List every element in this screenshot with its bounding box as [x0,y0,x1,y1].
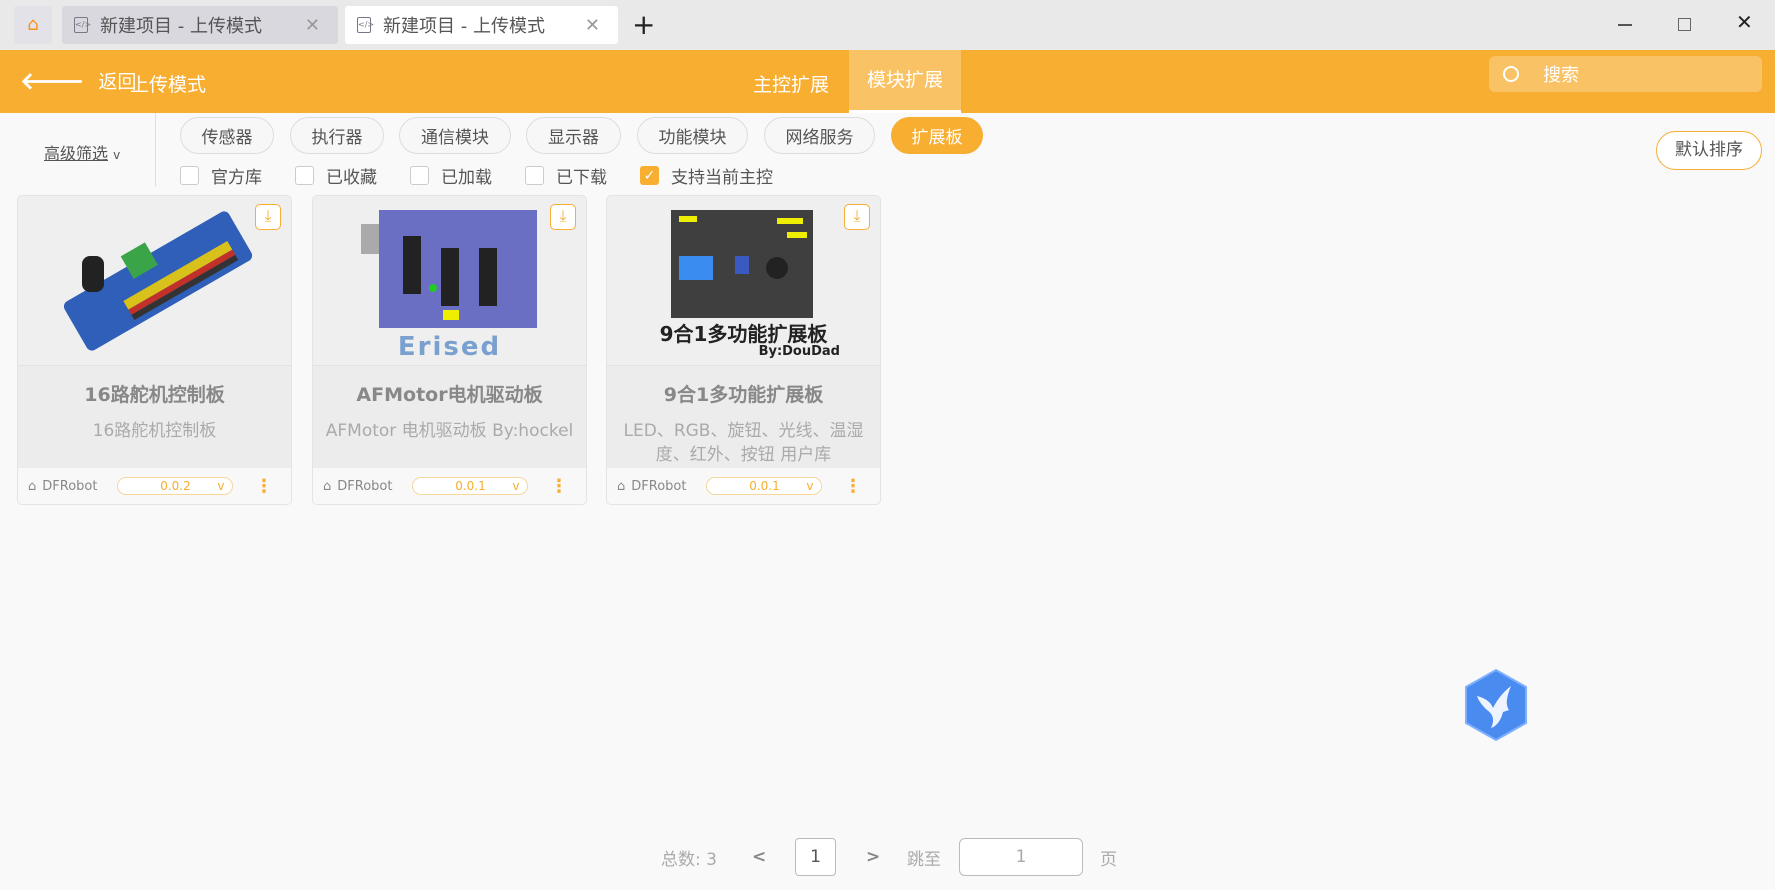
page-unit-label: 页 [1100,849,1117,870]
checkbox-label: 已加载 [441,168,492,188]
nav-module-extension[interactable]: 模块扩展 [849,50,961,113]
home-icon: ⌂ [28,478,37,494]
card-footer: ⌂ DFRobot 0.0.1 v ⋮ [313,468,586,504]
checkbox-box[interactable] [295,166,314,185]
module-card[interactable]: Erised ⤓ AFMotor电机驱动板 AFMotor 电机驱动板 By:h… [312,195,587,505]
category-expansion-board[interactable]: 扩展板 [891,117,983,154]
more-options-icon[interactable]: ⋮ [550,476,568,497]
home-icon: ⌂ [617,478,626,494]
card-title: AFMotor电机驱动板 [356,384,543,406]
chevron-down-icon: v [113,148,121,162]
tab-bar: ⌂ </> 新建项目 - 上传模式 ✕ </> 新建项目 - 上传模式 ✕ + ✕ [0,0,1775,50]
checkbox-loaded[interactable]: 已加载 [410,163,492,188]
new-tab-button[interactable]: + [632,8,655,41]
version-select[interactable]: 0.0.2 v [117,477,234,495]
card-footer: ⌂ DFRobot 0.0.1 v ⋮ [607,468,880,504]
jump-label: 跳至 [907,849,941,870]
download-icon[interactable]: ⤓ [550,204,576,230]
card-footer: ⌂ DFRobot 0.0.2 v ⋮ [18,468,291,504]
tab-title: 新建项目 - 上传模式 [100,16,262,37]
mode-label: 上传模式 [130,74,207,96]
checkbox-label: 官方库 [211,168,262,188]
back-button[interactable]: 🡐 返回 [20,66,136,95]
image-subcaption: By:DouDad [758,344,840,359]
version-select[interactable]: 0.0.1 v [706,477,823,495]
checkbox-official[interactable]: 官方库 [180,163,262,188]
advanced-filter-label: 高级筛选 [44,144,109,163]
home-tab[interactable]: ⌂ [14,6,52,44]
tab-project-1[interactable]: </> 新建项目 - 上传模式 ✕ [62,6,338,44]
card-title: 16路舵机控制板 [84,384,225,406]
category-actuator[interactable]: 执行器 [290,117,384,154]
check-icon[interactable]: ✓ [640,166,659,185]
search-input[interactable]: 搜索 [1489,56,1762,92]
version-select[interactable]: 0.0.1 v [412,477,529,495]
card-author: DFRobot [631,478,687,494]
search-icon [1503,66,1519,82]
module-image: 9合1多功能扩展板 By:DouDad ⤓ [607,196,880,366]
jump-page-input[interactable]: 1 [959,838,1083,876]
maximize-button[interactable] [1678,18,1691,31]
checkbox-support-current-controller[interactable]: ✓ 支持当前主控 [640,163,773,188]
checkbox-box[interactable] [180,166,199,185]
header: 🡐 返回 上传模式 主控扩展 模块扩展 搜索 [0,50,1775,113]
more-options-icon[interactable]: ⋮ [255,476,273,497]
minimize-button[interactable] [1618,24,1632,26]
card-author: DFRobot [337,478,393,494]
prev-page-button[interactable]: < [752,838,766,876]
advanced-filter-toggle[interactable]: 高级筛选 v [44,140,120,164]
tab-project-2[interactable]: </> 新建项目 - 上传模式 ✕ [345,6,618,44]
download-icon[interactable]: ⤓ [844,204,870,230]
checkbox-label: 已收藏 [326,168,377,188]
sort-button[interactable]: 默认排序 [1656,131,1762,170]
close-window-button[interactable]: ✕ [1736,10,1753,34]
code-file-icon: </> [357,17,374,33]
total-count: 总数: 3 [661,849,717,870]
card-author: DFRobot [42,478,98,494]
download-icon[interactable]: ⤓ [255,204,281,230]
module-image: Erised ⤓ [313,196,586,366]
card-title: 9合1多功能扩展板 [663,384,824,406]
close-tab-icon[interactable]: ✕ [585,15,600,36]
home-icon: ⌂ [323,478,332,494]
back-arrow-icon: 🡐 [20,67,85,95]
card-description: AFMotor 电机驱动板 By:hockel [325,421,574,441]
module-card[interactable]: 9合1多功能扩展板 By:DouDad ⤓ 9合1多功能扩展板 LED、RGB、… [606,195,881,505]
card-description: 16路舵机控制板 [92,421,217,441]
checkbox-favorited[interactable]: 已收藏 [295,163,377,188]
divider [155,113,156,186]
image-caption: Erised [397,332,502,362]
servo-board-image [63,211,253,351]
checkbox-box[interactable] [410,166,429,185]
category-display[interactable]: 显示器 [526,117,621,154]
next-page-button[interactable]: > [866,838,880,876]
checkbox-label: 支持当前主控 [671,168,773,188]
image-caption: 9合1多功能扩展板 [659,322,828,346]
chevron-down-icon: v [217,479,225,493]
checkbox-box[interactable] [525,166,544,185]
category-network[interactable]: 网络服务 [764,117,875,154]
home-icon: ⌂ [27,14,39,35]
current-page[interactable]: 1 [795,838,836,876]
code-file-icon: </> [74,17,91,33]
nav-main-controller[interactable]: 主控扩展 [753,70,829,97]
card-description: LED、RGB、旋钮、光线、温湿度、红外、按钮 用户库 By:Dou... [623,421,864,465]
checkbox-label: 已下载 [556,168,607,188]
tab-title: 新建项目 - 上传模式 [383,16,545,37]
module-card[interactable]: ⤓ 16路舵机控制板 16路舵机控制板 ⌂ DFRobot 0.0.2 v ⋮ [17,195,292,505]
category-sensor[interactable]: 传感器 [180,117,274,154]
checkbox-downloaded[interactable]: 已下载 [525,163,607,188]
chevron-down-icon: v [806,479,814,493]
category-communication[interactable]: 通信模块 [399,117,511,154]
category-function[interactable]: 功能模块 [637,117,748,154]
assistant-bird-icon[interactable] [1463,668,1529,742]
close-tab-icon[interactable]: ✕ [305,15,320,36]
module-image: ⤓ [18,196,291,366]
search-placeholder: 搜索 [1543,65,1579,86]
more-options-icon[interactable]: ⋮ [844,476,862,497]
chevron-down-icon: v [512,479,520,493]
